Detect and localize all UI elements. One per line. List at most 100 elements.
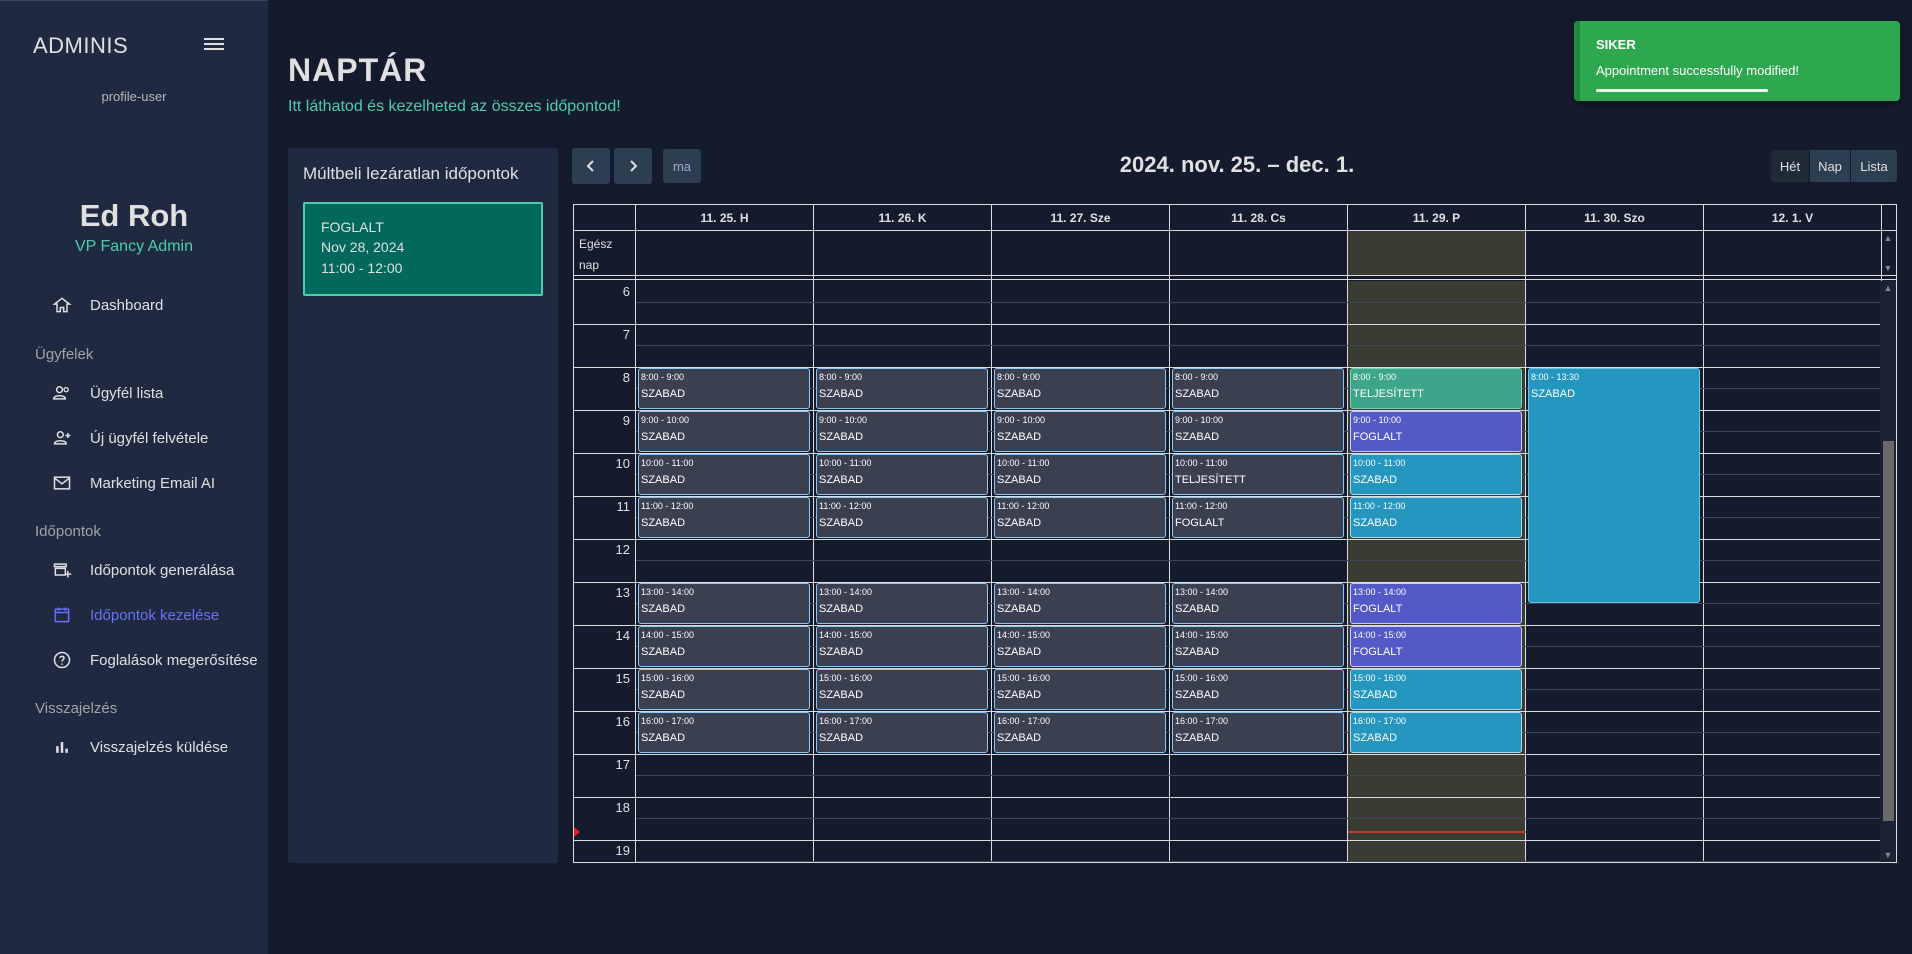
appointment-event[interactable]: 14:00 - 15:00 FOGLALT bbox=[1350, 626, 1522, 667]
grid-line bbox=[635, 205, 636, 862]
event-status: SZABAD bbox=[997, 431, 1042, 443]
appointment-event[interactable]: 11:00 - 12:00 SZABAD bbox=[638, 497, 810, 538]
sidebar-item-client-list[interactable]: Ügyfél lista bbox=[52, 381, 163, 405]
view-list-button[interactable]: Lista bbox=[1851, 150, 1897, 182]
sidebar-item-dashboard[interactable]: Dashboard bbox=[52, 293, 163, 317]
hour-label: 18 bbox=[615, 800, 630, 815]
grid-line bbox=[574, 797, 1880, 798]
appointment-event[interactable]: 11:00 - 12:00 FOGLALT bbox=[1172, 497, 1344, 538]
appointment-event[interactable]: 8:00 - 9:00 SZABAD bbox=[994, 368, 1166, 409]
day-header[interactable]: 11. 25. H bbox=[636, 205, 814, 230]
appointment-event[interactable]: 10:00 - 11:00 SZABAD bbox=[994, 454, 1166, 495]
appointment-event[interactable]: 13:00 - 14:00 SZABAD bbox=[994, 583, 1166, 624]
appointment-event[interactable]: 13:00 - 14:00 SZABAD bbox=[638, 583, 810, 624]
appointment-event[interactable]: 10:00 - 11:00 TELJESÍTETT bbox=[1172, 454, 1344, 495]
event-time: 16:00 - 17:00 bbox=[1353, 716, 1407, 726]
hour-label: 12 bbox=[615, 542, 630, 557]
appointment-event[interactable]: 13:00 - 14:00 SZABAD bbox=[816, 583, 988, 624]
appointment-event[interactable]: 8:00 - 9:00 SZABAD bbox=[816, 368, 988, 409]
appointment-event[interactable]: 9:00 - 10:00 SZABAD bbox=[994, 411, 1166, 452]
today-button[interactable]: ma bbox=[663, 149, 701, 183]
success-toast[interactable]: SIKER Appointment successfully modified! bbox=[1574, 21, 1900, 101]
appointment-event[interactable]: 14:00 - 15:00 SZABAD bbox=[994, 626, 1166, 667]
appointment-event[interactable]: 10:00 - 11:00 SZABAD bbox=[1350, 454, 1522, 495]
day-header[interactable]: 11. 30. Szo bbox=[1526, 205, 1704, 230]
user-name: Ed Roh bbox=[79, 198, 189, 233]
event-status: SZABAD bbox=[997, 646, 1042, 658]
event-status: SZABAD bbox=[997, 474, 1042, 486]
prev-button[interactable] bbox=[572, 148, 610, 184]
event-time: 15:00 - 16:00 bbox=[819, 673, 873, 683]
sidebar-item-confirm[interactable]: Foglalások megerősítése bbox=[52, 648, 258, 672]
event-status: SZABAD bbox=[1353, 517, 1398, 529]
appointment-event[interactable]: 11:00 - 12:00 SZABAD bbox=[1350, 497, 1522, 538]
next-button[interactable] bbox=[614, 148, 652, 184]
appointment-event[interactable]: 8:00 - 9:00 SZABAD bbox=[1172, 368, 1344, 409]
appointment-event[interactable]: 15:00 - 16:00 SZABAD bbox=[638, 669, 810, 710]
toast-accent bbox=[1574, 21, 1580, 101]
appointment-event[interactable]: 8:00 - 13:30 SZABAD bbox=[1528, 368, 1700, 603]
appointment-event[interactable]: 10:00 - 11:00 SZABAD bbox=[638, 454, 810, 495]
sidebar-item-new-client[interactable]: Új ügyfél felvétele bbox=[52, 426, 208, 450]
event-time: 10:00 - 11:00 bbox=[1175, 458, 1228, 468]
appointment-event[interactable]: 10:00 - 11:00 SZABAD bbox=[816, 454, 988, 495]
appointment-event[interactable]: 8:00 - 9:00 SZABAD bbox=[638, 368, 810, 409]
day-header[interactable]: 11. 26. K bbox=[814, 205, 992, 230]
user-role: VP Fancy Admin bbox=[75, 238, 193, 255]
appointment-event[interactable]: 11:00 - 12:00 SZABAD bbox=[816, 497, 988, 538]
menu-icon[interactable] bbox=[204, 35, 224, 53]
appointment-event[interactable]: 16:00 - 17:00 SZABAD bbox=[1172, 712, 1344, 753]
past-appointment-card[interactable]: FOGLALT Nov 28, 2024 11:00 - 12:00 bbox=[303, 202, 543, 296]
calendar-icon bbox=[52, 605, 72, 625]
toast-title: SIKER bbox=[1596, 37, 1636, 52]
view-week-button[interactable]: Hét bbox=[1771, 150, 1809, 182]
day-header[interactable]: 11. 28. Cs bbox=[1170, 205, 1348, 230]
appointment-event[interactable]: 8:00 - 9:00 TELJESÍTETT bbox=[1350, 368, 1522, 409]
appointment-event[interactable]: 16:00 - 17:00 SZABAD bbox=[1350, 712, 1522, 753]
day-header[interactable]: 11. 27. Sze bbox=[992, 205, 1170, 230]
day-header[interactable]: 11. 29. P bbox=[1348, 205, 1526, 230]
half-hour-line bbox=[636, 775, 1880, 776]
appointment-event[interactable]: 13:00 - 14:00 FOGLALT bbox=[1350, 583, 1522, 624]
scrollbar-thumb[interactable] bbox=[1883, 441, 1894, 821]
appointment-event[interactable]: 11:00 - 12:00 SZABAD bbox=[994, 497, 1166, 538]
appointment-event[interactable]: 15:00 - 16:00 SZABAD bbox=[816, 669, 988, 710]
appointment-event[interactable]: 9:00 - 10:00 SZABAD bbox=[816, 411, 988, 452]
event-status: SZABAD bbox=[997, 517, 1042, 529]
appointment-event[interactable]: 14:00 - 15:00 SZABAD bbox=[1172, 626, 1344, 667]
appointment-event[interactable]: 16:00 - 17:00 SZABAD bbox=[816, 712, 988, 753]
scroll-down-icon[interactable]: ▼ bbox=[1883, 850, 1893, 860]
grid-line bbox=[813, 205, 814, 862]
allday-scroll-down-icon[interactable]: ▼ bbox=[1883, 263, 1893, 273]
scroll-up-icon[interactable]: ▲ bbox=[1883, 283, 1893, 293]
event-status: SZABAD bbox=[1353, 689, 1398, 701]
appointment-event[interactable]: 13:00 - 14:00 SZABAD bbox=[1172, 583, 1344, 624]
event-time: 14:00 - 15:00 bbox=[641, 630, 695, 640]
sidebar-item-generate[interactable]: Időpontok generálása bbox=[52, 558, 234, 582]
appointment-event[interactable]: 9:00 - 10:00 SZABAD bbox=[1172, 411, 1344, 452]
allday-scroll-up-icon[interactable]: ▲ bbox=[1883, 233, 1893, 243]
sidebar-item-send-feedback[interactable]: Visszajelzés küldése bbox=[52, 735, 228, 759]
appointment-event[interactable]: 16:00 - 17:00 SZABAD bbox=[638, 712, 810, 753]
day-header[interactable]: 12. 1. V bbox=[1704, 205, 1882, 230]
appointment-event[interactable]: 15:00 - 16:00 SZABAD bbox=[1172, 669, 1344, 710]
appointment-event[interactable]: 16:00 - 17:00 SZABAD bbox=[994, 712, 1166, 753]
appointment-event[interactable]: 14:00 - 15:00 SZABAD bbox=[816, 626, 988, 667]
now-indicator-arrow bbox=[574, 827, 580, 838]
past-panel-title: Múltbeli lezáratlan időpontok bbox=[303, 164, 519, 183]
appointment-event[interactable]: 9:00 - 10:00 FOGLALT bbox=[1350, 411, 1522, 452]
event-status: SZABAD bbox=[641, 732, 686, 744]
sidebar-item-marketing[interactable]: Marketing Email AI bbox=[52, 471, 215, 495]
event-status: SZABAD bbox=[641, 603, 686, 615]
appointment-event[interactable]: 9:00 - 10:00 SZABAD bbox=[638, 411, 810, 452]
chevron-left-icon bbox=[586, 160, 594, 172]
sidebar-item-manage[interactable]: Időpontok kezelése bbox=[52, 603, 219, 627]
event-time: 11:00 - 12:00 bbox=[1175, 501, 1228, 511]
grid-line bbox=[1525, 205, 1526, 862]
hour-label: 9 bbox=[622, 413, 630, 428]
appointment-event[interactable]: 15:00 - 16:00 SZABAD bbox=[994, 669, 1166, 710]
appointment-event[interactable]: 15:00 - 16:00 SZABAD bbox=[1350, 669, 1522, 710]
appointment-event[interactable]: 14:00 - 15:00 SZABAD bbox=[638, 626, 810, 667]
view-day-button[interactable]: Nap bbox=[1810, 150, 1850, 182]
event-time: 8:00 - 9:00 bbox=[819, 372, 863, 382]
